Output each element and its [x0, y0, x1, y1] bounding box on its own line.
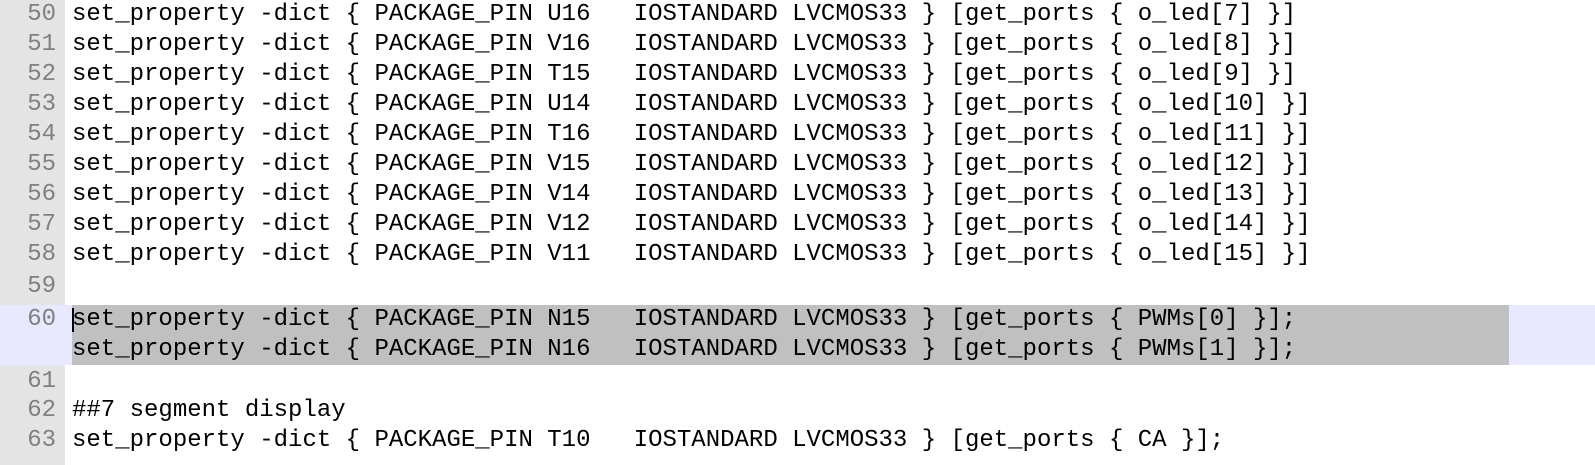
code-line[interactable]: 59 [0, 272, 1595, 302]
line-number: 61 [27, 368, 56, 395]
code-line[interactable]: 50 set_property -dict { PACKAGE_PIN U16 … [0, 0, 1595, 30]
text-caret [72, 308, 74, 332]
line-text[interactable]: set_property -dict { PACKAGE_PIN N16 IOS… [72, 335, 1296, 365]
code-line[interactable]: 61 [0, 367, 1595, 397]
line-text[interactable]: set_property -dict { PACKAGE_PIN V12 IOS… [72, 210, 1311, 240]
line-number: 54 [27, 121, 56, 148]
code-line[interactable]: 51 set_property -dict { PACKAGE_PIN V16 … [0, 30, 1595, 60]
code-line-selected[interactable]: set_property -dict { PACKAGE_PIN N16 IOS… [0, 335, 1595, 365]
code-line[interactable]: 55 set_property -dict { PACKAGE_PIN V15 … [0, 150, 1595, 180]
line-number: 53 [27, 91, 56, 118]
line-number: 60 [27, 306, 56, 333]
code-line[interactable]: 53 set_property -dict { PACKAGE_PIN U14 … [0, 90, 1595, 120]
line-number: 52 [27, 61, 56, 88]
line-number: 59 [27, 273, 56, 300]
line-number: 58 [27, 241, 56, 268]
line-text[interactable]: set_property -dict { PACKAGE_PIN T10 IOS… [72, 426, 1224, 456]
code-line[interactable]: 63 set_property -dict { PACKAGE_PIN T10 … [0, 426, 1595, 456]
line-number-wrapped [0, 335, 56, 365]
code-line-selected[interactable]: 60 set_property -dict { PACKAGE_PIN N15 … [0, 305, 1595, 335]
line-text[interactable]: set_property -dict { PACKAGE_PIN T16 IOS… [72, 120, 1311, 150]
line-number: 50 [27, 1, 56, 28]
code-line[interactable]: 58 set_property -dict { PACKAGE_PIN V11 … [0, 240, 1595, 270]
line-text[interactable]: set_property -dict { PACKAGE_PIN U14 IOS… [72, 90, 1311, 120]
code-line[interactable]: 52 set_property -dict { PACKAGE_PIN T15 … [0, 60, 1595, 90]
line-number: 51 [27, 31, 56, 58]
line-number: 62 [27, 397, 56, 424]
line-text[interactable]: set_property -dict { PACKAGE_PIN V11 IOS… [72, 240, 1311, 270]
line-number: 55 [27, 151, 56, 178]
line-number: 57 [27, 211, 56, 238]
line-number: 63 [27, 427, 56, 454]
line-text[interactable]: set_property -dict { PACKAGE_PIN V15 IOS… [72, 150, 1311, 180]
line-text[interactable]: set_property -dict { PACKAGE_PIN V16 IOS… [72, 30, 1296, 60]
line-text[interactable]: ##7 segment display [72, 396, 346, 426]
line-text[interactable]: set_property -dict { PACKAGE_PIN U16 IOS… [72, 0, 1296, 30]
code-line[interactable]: 56 set_property -dict { PACKAGE_PIN V14 … [0, 180, 1595, 210]
line-text[interactable]: set_property -dict { PACKAGE_PIN T15 IOS… [72, 60, 1296, 90]
code-line[interactable]: 62 ##7 segment display [0, 396, 1595, 426]
line-number: 56 [27, 181, 56, 208]
code-line[interactable]: 57 set_property -dict { PACKAGE_PIN V12 … [0, 210, 1595, 240]
line-text[interactable]: set_property -dict { PACKAGE_PIN V14 IOS… [72, 180, 1311, 210]
code-editor[interactable]: 50 set_property -dict { PACKAGE_PIN U16 … [0, 0, 1595, 465]
code-line[interactable]: 54 set_property -dict { PACKAGE_PIN T16 … [0, 120, 1595, 150]
line-text[interactable]: set_property -dict { PACKAGE_PIN N15 IOS… [72, 305, 1296, 335]
